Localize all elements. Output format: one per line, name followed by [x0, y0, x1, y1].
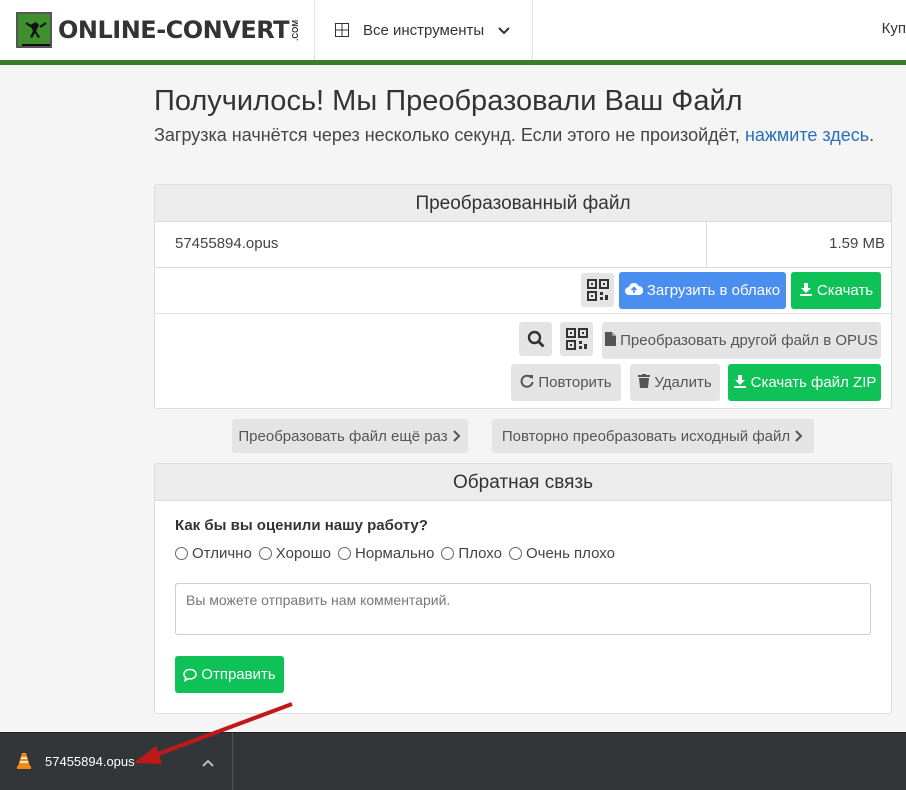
radio-circle[interactable]	[338, 547, 352, 560]
chevron-right-icon	[452, 430, 461, 442]
radio-circle[interactable]	[175, 547, 188, 560]
rating-option[interactable]: Отлично	[175, 545, 252, 562]
file-name[interactable]: 57455894.opus	[155, 222, 707, 267]
converted-file-card: Преобразованный файл 57455894.opus 1.59 …	[154, 184, 892, 409]
rating-label: Плохо	[458, 545, 502, 562]
cloud-upload-icon	[624, 282, 644, 300]
download-bar: 57455894.opus	[0, 732, 906, 790]
preview-button[interactable]	[519, 322, 552, 356]
search-icon	[527, 330, 544, 348]
repeat-button[interactable]: Повторить	[511, 364, 621, 401]
feedback-heading: Обратная связь	[155, 464, 891, 501]
feedback-card: Обратная связь Как бы вы оценили нашу ра…	[154, 463, 892, 714]
trash-icon	[638, 373, 651, 392]
page-subtitle: Загрузка начнётся через несколько секунд…	[154, 125, 874, 146]
rating-label: Хорошо	[275, 545, 332, 562]
download-icon	[799, 282, 813, 300]
logo-text: ONLINE-CONVERT	[58, 16, 290, 44]
feedback-body: Как бы вы оценили нашу работу? Отлично Х…	[155, 501, 891, 713]
download-file-name: 57455894.opus	[45, 754, 135, 769]
rating-label: Отлично	[192, 545, 252, 562]
download-button[interactable]: Скачать	[791, 272, 881, 309]
vlc-icon	[17, 753, 31, 774]
repeat-label: Повторить	[538, 374, 612, 391]
chevron-right-icon	[795, 430, 803, 442]
grid-icon	[335, 23, 349, 37]
page-title: Получилось! Мы Преобразовали Ваш Файл	[154, 85, 743, 117]
subtitle-text: Загрузка начнётся через несколько секунд…	[154, 125, 745, 145]
convert-again-button[interactable]: Преобразовать файл ещё раз	[232, 419, 468, 453]
rating-label: Очень плохо	[525, 545, 615, 562]
feedback-question: Как бы вы оценили нашу работу?	[175, 517, 428, 534]
convert-other-button[interactable]: Преобразовать другой файл в OPUS	[602, 322, 881, 359]
rating-option[interactable]: Хорошо	[258, 545, 332, 562]
delete-label: Удалить	[654, 374, 712, 391]
all-tools-dropdown[interactable]: Все инструменты	[315, 0, 533, 60]
convert-other-label: Преобразовать другой файл в OPUS	[620, 332, 878, 349]
send-button[interactable]: Отправить	[175, 656, 284, 693]
reconvert-original-label: Повторно преобразовать исходный файл	[501, 427, 791, 445]
all-tools-label: Все инструменты	[363, 21, 485, 39]
refresh-icon	[520, 374, 534, 392]
comment-textarea[interactable]: Вы можете отправить нам комментарий.	[175, 583, 871, 635]
radio-circle[interactable]	[258, 547, 272, 560]
file-row: 57455894.opus 1.59 MB	[155, 222, 891, 268]
chevron-down-icon	[498, 24, 510, 36]
download-label: Скачать	[816, 282, 874, 299]
reconvert-original-button[interactable]: Повторно преобразовать исходный файл	[492, 419, 814, 453]
comment-icon	[183, 668, 198, 682]
download-zip-label: Скачать файл ZIP	[750, 374, 877, 391]
site-header: ONLINE-CONVERT .COM Все инструменты Куп	[0, 0, 906, 60]
logo-icon	[16, 12, 52, 48]
send-label: Отправить	[201, 666, 276, 683]
file-size: 1.59 MB	[829, 235, 885, 252]
download-zip-button[interactable]: Скачать файл ZIP	[728, 364, 881, 401]
upload-cloud-label: Загрузить в облако	[646, 282, 781, 299]
converted-file-heading: Преобразованный файл	[155, 185, 891, 222]
rating-option[interactable]: Очень плохо	[508, 545, 615, 562]
qr-code-icon	[565, 328, 588, 350]
radio-circle[interactable]	[441, 547, 455, 560]
file-actions: Загрузить в облако Скачать	[155, 268, 891, 314]
click-here-link[interactable]: нажмите здесь	[745, 125, 869, 145]
chevron-up-icon[interactable]	[202, 755, 214, 773]
more-actions: Преобразовать другой файл в OPUS Повтори…	[155, 314, 891, 408]
rating-option[interactable]: Плохо	[441, 545, 502, 562]
header-right-link[interactable]: Куп	[882, 20, 906, 37]
qr-code-button[interactable]	[581, 273, 614, 307]
file-icon	[605, 331, 617, 350]
download-item[interactable]: 57455894.opus	[0, 733, 233, 790]
upload-cloud-button[interactable]: Загрузить в облако	[619, 272, 786, 309]
radio-circle[interactable]	[508, 547, 522, 560]
subtitle-end: .	[869, 125, 875, 145]
qr-code-icon	[586, 279, 609, 301]
rating-label: Нормально	[355, 545, 435, 562]
convert-again-label: Преобразовать файл ещё раз	[238, 427, 448, 445]
delete-button[interactable]: Удалить	[630, 364, 720, 401]
logo[interactable]: ONLINE-CONVERT .COM	[0, 0, 315, 60]
header-divider	[0, 60, 906, 65]
qr-code-zip-button[interactable]	[560, 322, 593, 356]
download-icon	[733, 374, 747, 392]
rating-option[interactable]: Нормально	[338, 545, 434, 562]
logo-suffix: .COM	[291, 19, 300, 41]
rating-options: Отлично Хорошо Нормально Плохо Очень пло…	[175, 545, 622, 562]
